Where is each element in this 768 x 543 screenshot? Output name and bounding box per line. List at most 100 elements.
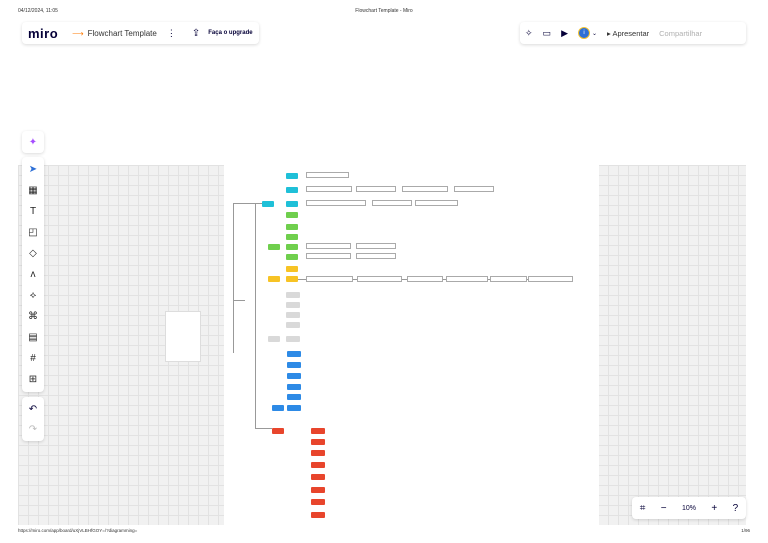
connector-line xyxy=(255,428,272,429)
flow-text-box[interactable] xyxy=(446,276,488,282)
flow-node[interactable] xyxy=(286,244,298,250)
flow-node[interactable] xyxy=(272,428,284,434)
flow-text-box[interactable] xyxy=(407,276,443,282)
flowchart-frame[interactable] xyxy=(224,165,599,525)
flow-node[interactable] xyxy=(287,384,301,390)
flow-text-box[interactable] xyxy=(528,276,573,282)
flow-node[interactable] xyxy=(286,187,298,193)
more-menu-icon[interactable]: ⋮ xyxy=(167,28,176,39)
flow-node[interactable] xyxy=(286,234,298,240)
connector-line xyxy=(233,300,245,301)
flow-node[interactable] xyxy=(311,512,325,518)
flow-text-box[interactable] xyxy=(306,276,353,282)
video-call-icon[interactable]: ▶ xyxy=(561,28,568,39)
flow-text-box[interactable] xyxy=(356,253,396,259)
flow-text-box[interactable] xyxy=(402,186,448,192)
undo-redo-bar: ↶ ↷ xyxy=(22,397,44,441)
share-button[interactable]: Compartilhar xyxy=(659,29,702,38)
templates-icon[interactable]: ▦ xyxy=(22,181,44,199)
zoom-out-icon[interactable]: − xyxy=(661,503,667,514)
shapes-icon[interactable]: ◇ xyxy=(22,244,44,262)
flow-text-box[interactable] xyxy=(454,186,494,192)
flow-node[interactable] xyxy=(287,405,301,411)
flow-node[interactable] xyxy=(286,254,298,260)
sticky-note-icon[interactable]: ◰ xyxy=(22,223,44,241)
flow-node[interactable] xyxy=(287,351,301,357)
flow-node[interactable] xyxy=(268,336,280,342)
flow-node[interactable] xyxy=(286,201,298,207)
flow-node[interactable] xyxy=(286,173,298,179)
redo-icon[interactable]: ↷ xyxy=(22,419,44,439)
flow-text-box[interactable] xyxy=(306,172,349,178)
flow-node[interactable] xyxy=(311,428,325,434)
present-label: Apresentar xyxy=(612,28,650,38)
flow-node[interactable] xyxy=(272,405,284,411)
print-header: 04/12/2024, 11:05 Flowchart Template - M… xyxy=(0,8,768,18)
flow-node[interactable] xyxy=(311,450,325,456)
user-avatar[interactable]: i xyxy=(577,27,590,39)
flow-node[interactable] xyxy=(268,244,280,250)
flow-node[interactable] xyxy=(287,394,301,400)
flow-node[interactable] xyxy=(286,302,300,308)
mind-map-icon[interactable]: ⌘ xyxy=(22,307,44,325)
print-title: Flowchart Template - Miro xyxy=(355,8,413,14)
undo-icon[interactable]: ↶ xyxy=(22,399,44,419)
zoom-level[interactable]: 10% xyxy=(682,505,696,512)
flow-text-box[interactable] xyxy=(372,200,412,206)
side-note-card[interactable] xyxy=(165,311,201,362)
flow-text-box[interactable] xyxy=(306,186,352,192)
zoom-controls: ⌗ − 10% + ? xyxy=(632,497,746,519)
flow-node[interactable] xyxy=(311,499,325,505)
print-page: 1/96 xyxy=(741,528,750,533)
zoom-in-icon[interactable]: + xyxy=(711,503,717,514)
top-left-toolbar: miro ⟶ Flowchart Template ⋮ ⇪ Faça o upg… xyxy=(22,22,259,44)
flow-node[interactable] xyxy=(287,362,301,368)
miro-logo[interactable]: miro xyxy=(28,26,58,41)
flow-node[interactable] xyxy=(286,224,298,230)
fit-to-screen-icon[interactable]: ⌗ xyxy=(640,503,646,514)
flow-text-box[interactable] xyxy=(415,200,458,206)
flow-text-box[interactable] xyxy=(490,276,527,282)
upgrade-button[interactable]: Faça o upgrade xyxy=(208,30,252,36)
connector-icon[interactable]: ⟡ xyxy=(22,286,44,304)
flow-node[interactable] xyxy=(311,462,325,468)
flow-node[interactable] xyxy=(286,212,298,218)
flow-text-box[interactable] xyxy=(306,200,366,206)
flow-node[interactable] xyxy=(286,336,300,342)
flow-node[interactable] xyxy=(311,439,325,445)
flow-node[interactable] xyxy=(287,373,301,379)
reactions-icon[interactable]: ✧ xyxy=(525,28,533,39)
connector-line xyxy=(233,203,234,353)
flow-text-box[interactable] xyxy=(357,276,402,282)
flow-node[interactable] xyxy=(286,322,300,328)
frame-icon[interactable]: # xyxy=(22,349,44,367)
board-name[interactable]: Flowchart Template xyxy=(88,29,157,38)
comment-icon[interactable]: ▤ xyxy=(22,328,44,346)
flow-text-box[interactable] xyxy=(356,186,396,192)
pen-icon[interactable]: ʌ xyxy=(22,265,44,283)
flow-node[interactable] xyxy=(286,312,300,318)
top-right-toolbar: ✧ ▭ ▶ i ⌄ ▸ Apresentar Compartilhar xyxy=(520,22,746,44)
flow-node[interactable] xyxy=(286,276,298,282)
flow-node[interactable] xyxy=(286,266,298,272)
select-cursor-icon[interactable]: ➤ xyxy=(22,160,44,178)
chevron-down-icon[interactable]: ⌄ xyxy=(592,30,597,37)
flow-node[interactable] xyxy=(311,487,325,493)
add-apps-icon[interactable]: ⊞ xyxy=(22,370,44,388)
flow-node[interactable] xyxy=(262,201,274,207)
flow-text-box[interactable] xyxy=(306,253,351,259)
flow-node[interactable] xyxy=(286,292,300,298)
connector-line xyxy=(233,203,263,204)
flow-text-box[interactable] xyxy=(306,243,351,249)
connector-line xyxy=(255,203,256,428)
export-icon[interactable]: ⇪ xyxy=(192,28,200,39)
text-icon[interactable]: T xyxy=(22,202,44,220)
flow-text-box[interactable] xyxy=(356,243,396,249)
help-icon[interactable]: ? xyxy=(733,503,739,514)
comments-icon[interactable]: ▭ xyxy=(543,28,552,39)
present-button[interactable]: ▸ Apresentar xyxy=(607,29,649,38)
ai-sparkle-icon[interactable]: ✦ xyxy=(22,131,44,153)
flow-node[interactable] xyxy=(311,474,325,480)
flow-node[interactable] xyxy=(268,276,280,282)
flowchart-board-icon: ⟶ xyxy=(72,28,84,38)
